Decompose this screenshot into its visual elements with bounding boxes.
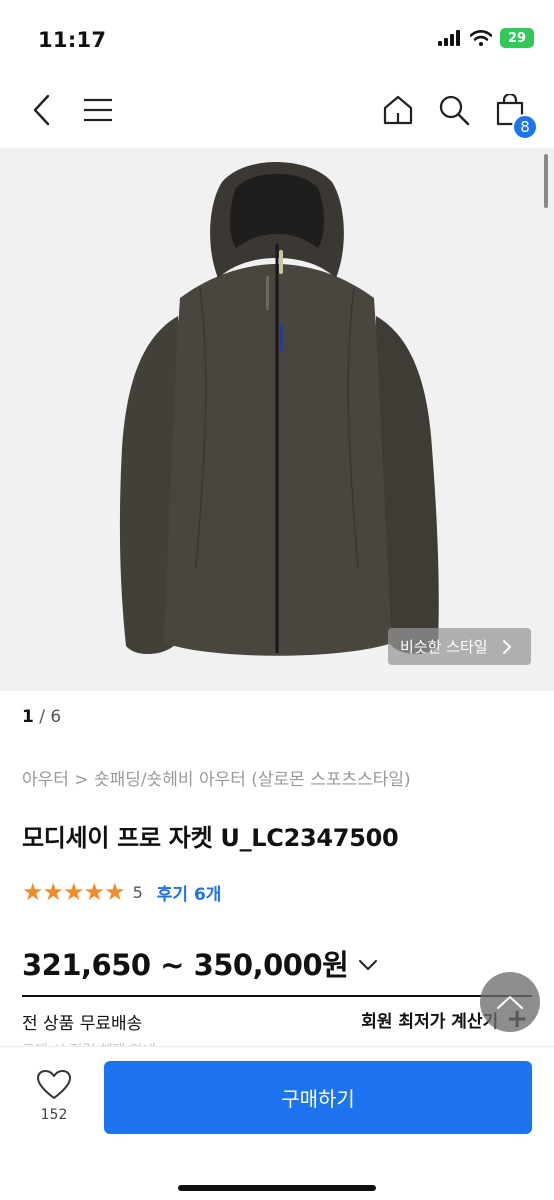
like-count: 152 <box>40 1107 68 1123</box>
similar-style-button[interactable]: 비슷한 스타일 <box>388 628 531 665</box>
product-image[interactable]: 비슷한 스타일 <box>0 148 554 691</box>
status-icons: 29 <box>438 28 534 48</box>
rating-score: 5 <box>132 882 143 902</box>
chevron-down-icon <box>359 960 378 970</box>
like-button[interactable]: 152 <box>22 1069 86 1139</box>
member-price-label: 회원 최저가 계산기 <box>361 1011 499 1032</box>
pager-total: 6 <box>50 707 62 727</box>
chevron-up-icon <box>497 996 523 1009</box>
back-button[interactable] <box>18 72 66 148</box>
wifi-icon <box>470 30 492 46</box>
scroll-indicator <box>544 154 548 208</box>
cart-button[interactable]: 8 <box>486 72 538 148</box>
status-bar: 11:17 29 <box>0 0 554 72</box>
free-shipping-text: 전 상품 무료배송 <box>22 1014 143 1034</box>
chevron-right-icon <box>502 639 511 654</box>
chevron-left-icon <box>33 94 50 126</box>
price-row[interactable]: 321,650 ~ 350,000원 <box>22 942 378 984</box>
pager-current: 1 <box>22 707 34 727</box>
heart-icon <box>37 1070 71 1099</box>
hamburger-icon <box>84 98 112 122</box>
app-header: 8 <box>0 72 554 148</box>
bottom-action-bar: 152 구매하기 <box>0 1046 554 1200</box>
search-icon <box>439 95 470 126</box>
status-time: 11:17 <box>38 28 107 52</box>
buy-button-label: 구매하기 <box>281 1087 355 1111</box>
buy-button[interactable]: 구매하기 <box>104 1061 532 1134</box>
jacket-image <box>119 162 439 656</box>
pager-separator: / <box>33 707 51 727</box>
search-button[interactable] <box>430 72 478 148</box>
similar-style-label: 비슷한 스타일 <box>400 638 488 656</box>
breadcrumb[interactable]: 아우터 > 숏패딩/숏헤비 아우터 (살로몬 스포츠스타일) <box>22 765 411 790</box>
review-count-link[interactable]: 후기 6개 <box>157 880 222 905</box>
home-indicator <box>178 1185 376 1191</box>
home-icon <box>383 95 413 125</box>
price-range: 321,650 ~ 350,000원 <box>22 948 349 982</box>
signal-icon <box>438 30 460 46</box>
rating-row: ★★★★★ 5 후기 6개 <box>22 878 221 906</box>
menu-button[interactable] <box>74 72 122 148</box>
home-button[interactable] <box>374 72 422 148</box>
product-title: 모디세이 프로 자켓 U_LC2347500 <box>22 824 399 852</box>
star-rating: ★★★★★ <box>22 878 126 906</box>
divider <box>22 995 532 997</box>
image-pager: 1 / 6 <box>22 707 61 727</box>
battery-icon: 29 <box>500 28 534 48</box>
scroll-to-top-button[interactable] <box>480 972 540 1032</box>
battery-level: 29 <box>507 30 527 46</box>
cart-count-badge: 8 <box>512 114 538 140</box>
